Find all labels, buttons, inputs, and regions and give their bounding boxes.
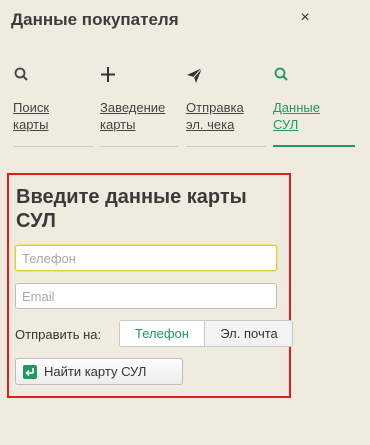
plus-icon <box>100 66 120 86</box>
send-option-email[interactable]: Эл. почта <box>205 321 292 346</box>
dialog-header: Данные покупателя × <box>0 0 370 44</box>
tab-underline <box>13 146 93 147</box>
enter-icon <box>23 365 37 379</box>
tab-underline <box>273 145 355 147</box>
tab-label: Заведение карты <box>100 100 166 132</box>
tab-sul-data[interactable]: Данные СУЛ <box>273 62 355 148</box>
send-channel-switch: Телефон Эл. почта <box>119 320 293 347</box>
search-icon <box>13 66 33 86</box>
tab-underline <box>100 146 178 147</box>
tab-search-card[interactable]: Поиск карты <box>13 62 93 148</box>
tab-send-receipt[interactable]: Отправка эл. чека <box>186 62 266 148</box>
tab-create-card[interactable]: Заведение карты <box>100 62 178 148</box>
tab-label: Поиск карты <box>13 100 50 132</box>
email-input[interactable] <box>15 283 277 309</box>
tab-bar: Поиск карты Заведение карты Отправка эл.… <box>0 62 370 148</box>
tab-underline <box>186 146 266 147</box>
find-card-button[interactable]: Найти карту СУЛ <box>15 358 183 385</box>
close-icon[interactable]: × <box>298 10 312 26</box>
tab-label: Данные СУЛ <box>273 100 320 132</box>
search-icon <box>273 66 293 86</box>
send-icon <box>186 66 206 86</box>
find-card-button-label: Найти карту СУЛ <box>44 364 147 379</box>
dialog-title: Данные покупателя <box>11 10 179 29</box>
send-to-label: Отправить на: <box>15 327 102 342</box>
tab-label: Отправка эл. чека <box>186 100 244 132</box>
form-heading: Введите данные карты СУЛ <box>16 186 247 232</box>
phone-input[interactable] <box>15 245 277 271</box>
send-option-phone[interactable]: Телефон <box>120 321 205 346</box>
sul-form-panel: Введите данные карты СУЛ Отправить на: Т… <box>7 173 293 398</box>
